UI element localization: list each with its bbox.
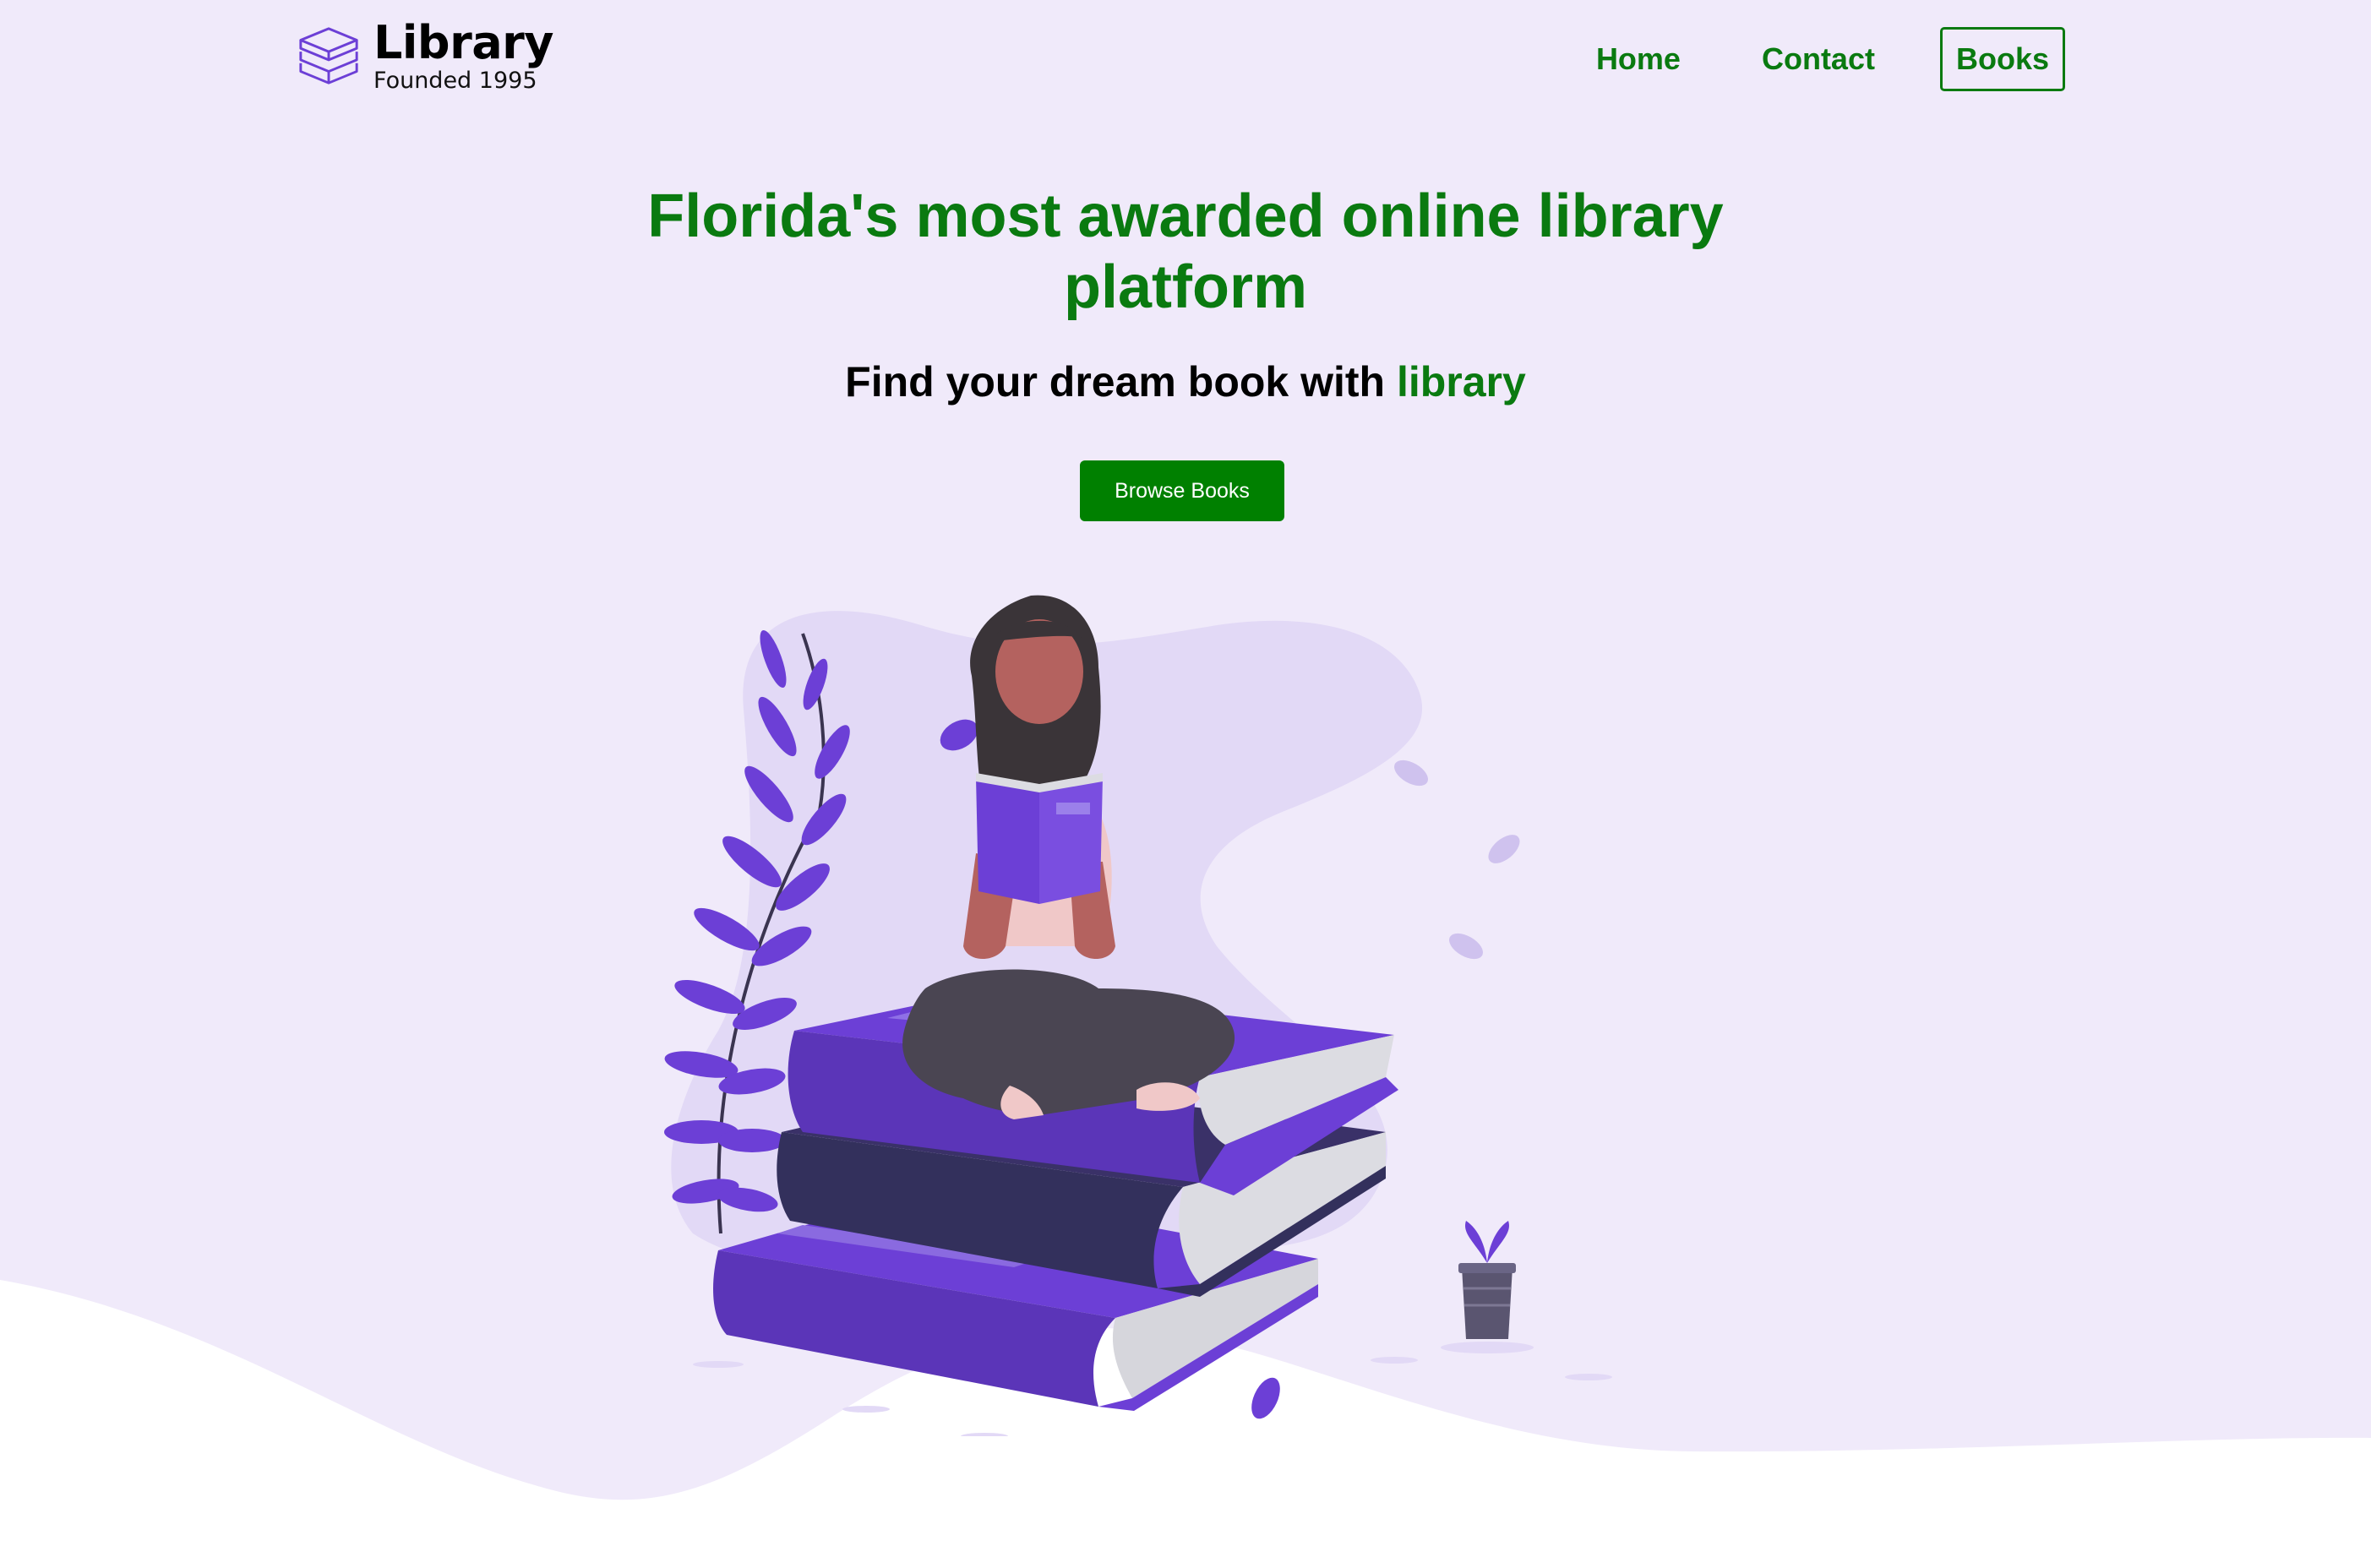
woman-reading-on-books-illustration [664, 595, 1612, 1436]
nav-home[interactable]: Home [1580, 27, 1697, 91]
hero-subtitle-accent: library [1396, 358, 1526, 406]
stacked-books-icon [299, 27, 358, 84]
logo-subtitle: Founded 1995 [373, 68, 537, 94]
browse-books-button[interactable]: Browse Books [1080, 460, 1284, 521]
nav-contact[interactable]: Contact [1746, 27, 1891, 91]
main-nav: Home Contact Books [1531, 27, 2065, 91]
hero-subtitle-prefix: Find your dream book with [845, 358, 1397, 406]
potted-plant-icon [1441, 1221, 1534, 1353]
page: Library Founded 1995 Home Contact Books … [0, 0, 2371, 1568]
hero-title: Florida's most awarded online library pl… [647, 182, 1724, 321]
hero-title-wrap: Florida's most awarded online library pl… [0, 181, 2371, 323]
logo-text: Library Founded 1995 [373, 19, 553, 95]
logo[interactable]: Library Founded 1995 [296, 19, 553, 95]
logo-title: Library [373, 16, 553, 69]
hero-subtitle: Find your dream book with library [0, 357, 2371, 407]
nav-books[interactable]: Books [1939, 27, 2065, 91]
